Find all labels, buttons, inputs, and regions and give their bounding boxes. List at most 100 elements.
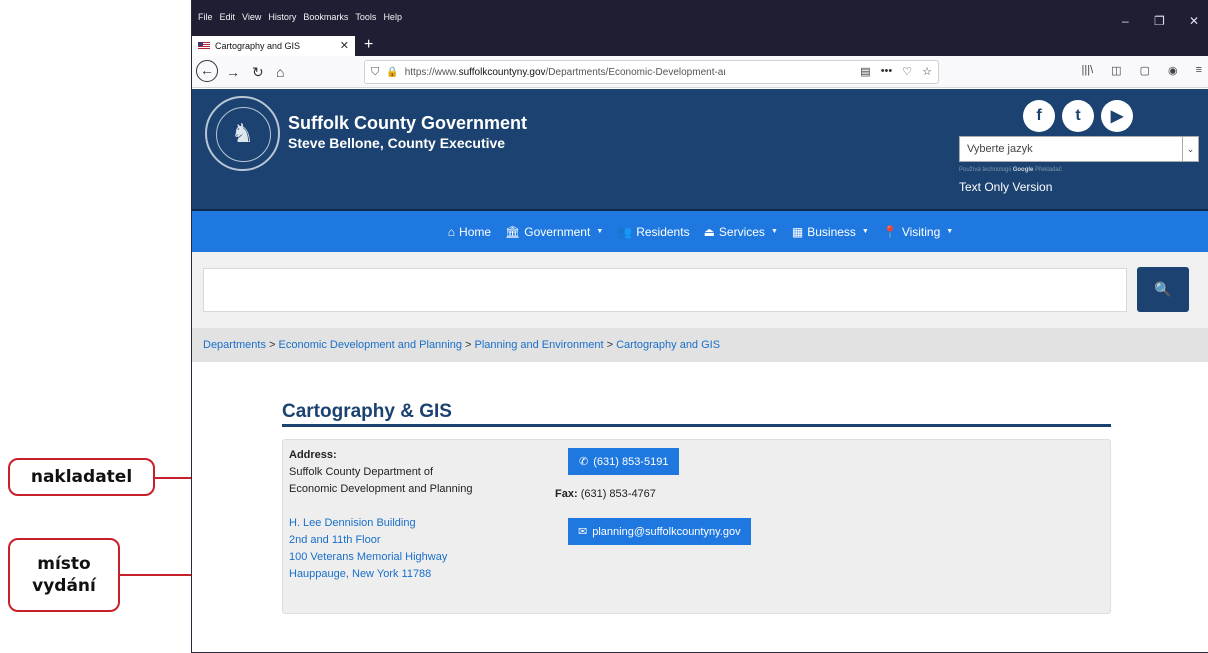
main-navigation: ⌂ Home 🏛 Government ▼ 👥 Residents ⏏ Serv… (192, 209, 1208, 252)
phone-number: (631) 853-5191 (593, 455, 669, 468)
nav-visiting-label: Visiting (901, 224, 941, 239)
search-input[interactable] (203, 268, 1127, 312)
powered-by-google: Používá technologii Google Překladač (959, 167, 1062, 173)
menu-tools[interactable]: Tools (355, 12, 376, 22)
search-button[interactable]: 🔍 (1137, 267, 1189, 312)
phone-icon: ✆ (579, 456, 589, 468)
breadcrumb: Departments > Economic Development and P… (192, 328, 1208, 362)
breadcrumb-separator: > (603, 339, 617, 351)
url-domain: suffolkcountyny.gov (458, 66, 546, 78)
home-browser-icon[interactable]: ⌂ (276, 62, 284, 82)
language-select-value: Vyberte jazyk (967, 143, 1033, 155)
tab-cartography[interactable]: Cartography and GIS ✕ (192, 36, 355, 56)
address-line-building[interactable]: H. Lee Dennision Building (289, 515, 447, 532)
tab-close-icon[interactable]: ✕ (340, 39, 349, 52)
new-tab-icon[interactable]: + (364, 36, 373, 54)
nav-business[interactable]: ▦ Business ▼ (792, 225, 869, 239)
reader-icon[interactable]: ▢ (1140, 64, 1150, 77)
address-line-floor[interactable]: 2nd and 11th Floor (289, 532, 447, 549)
menu-bookmarks[interactable]: Bookmarks (303, 12, 348, 22)
email-button[interactable]: ✉ planning@suffolkcountyny.gov (568, 518, 751, 545)
nav-visiting[interactable]: 📍 Visiting ▼ (883, 225, 953, 239)
callout-place-line1: místo (37, 554, 91, 574)
address-lines: H. Lee Dennision Building 2nd and 11th F… (289, 515, 447, 583)
toolbar-right: |||\ ◫ ▢ ◉ ≡ (1082, 64, 1202, 77)
back-icon[interactable]: ← (196, 60, 218, 82)
account-icon[interactable]: ◉ (1168, 64, 1178, 77)
business-icon: ▦ (791, 224, 804, 239)
navigation-toolbar: ← → ↻ ⌂ ⛉ 🔒 https://www.suffolkcountyny.… (192, 56, 1208, 88)
library-icon[interactable]: |||\ (1082, 64, 1094, 77)
language-select[interactable]: Vyberte jazyk ⌄ (959, 136, 1199, 162)
page-actions-icon[interactable]: ••• (881, 65, 893, 78)
nav-business-label: Business (807, 224, 856, 239)
url-bar[interactable]: ⛉ 🔒 https://www.suffolkcountyny.gov/Depa… (364, 60, 939, 84)
breadcrumb-separator: > (265, 339, 279, 351)
text-only-link[interactable]: Text Only Version (959, 180, 1052, 194)
url-prefix: https://www. (404, 66, 459, 78)
breadcrumb-economic-development[interactable]: Economic Development and Planning (279, 339, 462, 351)
home-icon: ⌂ (447, 224, 456, 239)
minimize-icon[interactable]: – (1122, 14, 1129, 28)
url-path: /Departments/Economic-Development-and-Pl… (545, 66, 725, 78)
address-label: Address: (289, 449, 337, 461)
reload-icon[interactable]: ↻ (252, 62, 264, 82)
menu-help[interactable]: Help (383, 12, 402, 22)
search-area: 🔍 (192, 252, 1208, 328)
forward-icon[interactable]: → (226, 62, 240, 82)
menu-edit[interactable]: Edit (220, 12, 236, 22)
nav-services[interactable]: ⏏ Services ▼ (704, 225, 778, 239)
caret-down-icon: ▼ (770, 228, 778, 235)
county-seal-logo[interactable]: ♞ (205, 96, 280, 171)
address-line-city[interactable]: Hauppauge, New York 11788 (289, 566, 447, 583)
nav-government-label: Government (524, 224, 591, 239)
caret-down-icon: ▼ (946, 228, 954, 235)
nav-residents[interactable]: 👥 Residents (617, 225, 689, 239)
visiting-icon: 📍 (882, 224, 898, 239)
window-close-icon[interactable]: ✕ (1189, 14, 1199, 28)
hamburger-menu-icon[interactable]: ≡ (1196, 64, 1202, 77)
services-icon: ⏏ (703, 224, 715, 239)
callout-publisher-text: nakladatel (30, 467, 133, 487)
breadcrumb-planning-environment[interactable]: Planning and Environment (475, 339, 604, 351)
site-header: ♞ Suffolk County Government Steve Bellon… (192, 89, 1208, 209)
tab-title: Cartography and GIS (215, 41, 301, 51)
callout-publisher: nakladatel (8, 458, 155, 496)
email-address: planning@suffolkcountyny.gov (592, 525, 741, 538)
menu-file[interactable]: File (198, 12, 213, 22)
screenshot-stage: nakladatel místo vydání File Edit View H… (0, 0, 1208, 653)
nav-home[interactable]: ⌂ Home (448, 225, 491, 239)
menu-list: File Edit View History Bookmarks Tools H… (198, 12, 402, 22)
translate-link[interactable]: Překladač (1035, 167, 1062, 173)
org-line-2: Economic Development and Planning (289, 483, 473, 495)
reader-view-icon[interactable]: ▤ (860, 65, 870, 78)
bookmark-star-icon[interactable]: ☆ (922, 65, 932, 78)
page-title: Cartography & GIS (282, 401, 452, 422)
menu-view[interactable]: View (242, 12, 261, 22)
nav-government[interactable]: 🏛 Government ▼ (505, 225, 603, 239)
breadcrumb-departments[interactable]: Departments (203, 339, 266, 351)
address-line-street[interactable]: 100 Veterans Memorial Highway (289, 549, 447, 566)
google-brand: Google (1012, 167, 1034, 173)
search-icon: 🔍 (1154, 281, 1172, 297)
fax-line: Fax: (631) 853-4767 (555, 488, 656, 500)
government-icon: 🏛 (505, 224, 521, 239)
fax-number: (631) 853-4767 (580, 488, 656, 500)
tab-strip: Cartography and GIS ✕ + (192, 36, 1208, 56)
youtube-icon[interactable]: ▶ (1101, 100, 1133, 132)
residents-icon: 👥 (617, 224, 633, 239)
nav-home-label: Home (459, 224, 492, 239)
caret-down-icon: ▼ (596, 228, 604, 235)
powered-by-text: Používá technologii (959, 167, 1012, 173)
pocket-icon[interactable]: ♡ (902, 65, 912, 78)
breadcrumb-cartography-gis[interactable]: Cartography and GIS (616, 339, 720, 351)
site-title[interactable]: Suffolk County Government (288, 113, 527, 134)
title-divider (282, 424, 1111, 427)
twitter-icon[interactable]: t (1062, 100, 1094, 132)
facebook-icon[interactable]: f (1023, 100, 1055, 132)
phone-button[interactable]: ✆ (631) 853-5191 (568, 448, 680, 475)
restore-icon[interactable]: ❐ (1154, 14, 1165, 28)
sidebar-icon[interactable]: ◫ (1111, 64, 1121, 77)
breadcrumb-separator: > (461, 339, 475, 351)
menu-history[interactable]: History (268, 12, 296, 22)
